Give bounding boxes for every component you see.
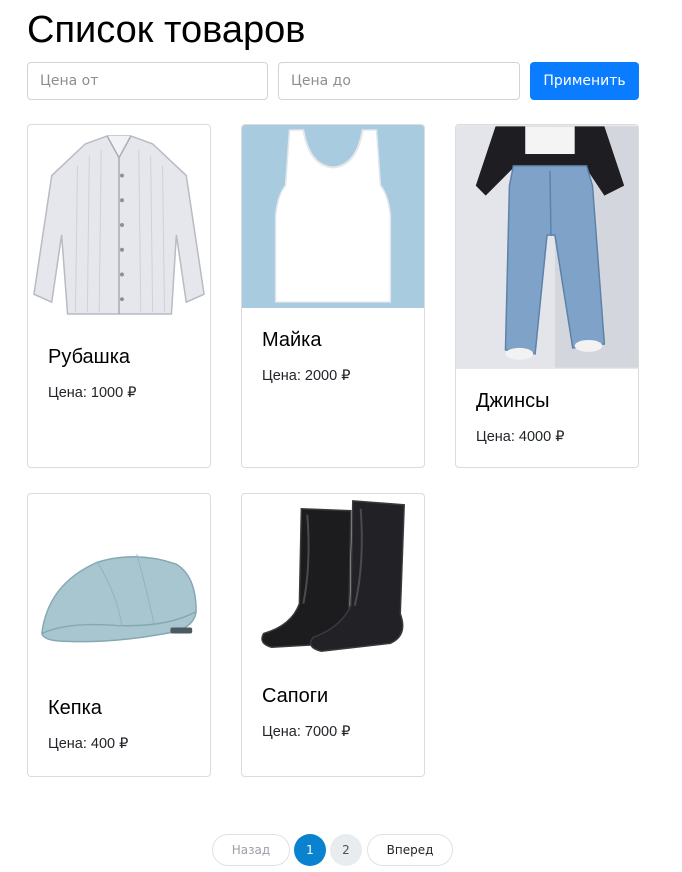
pagination-next-button[interactable]: Вперед xyxy=(367,834,453,866)
pagination-prev-button[interactable]: Назад xyxy=(212,834,290,866)
price-from-input[interactable] xyxy=(27,62,268,100)
product-price: Цена: 4000 ₽ xyxy=(476,429,565,445)
product-name: Майка xyxy=(262,329,322,351)
product-card-boots[interactable]: Сапоги Цена: 7000 ₽ xyxy=(241,493,425,777)
jeans-image xyxy=(456,125,638,369)
tank-top-image xyxy=(242,125,424,308)
shirt-image xyxy=(28,125,210,325)
product-name: Сапоги xyxy=(262,685,329,707)
pagination-page-2[interactable]: 2 xyxy=(330,834,362,866)
page-title: Список товаров xyxy=(27,9,306,51)
product-card-cap[interactable]: Кепка Цена: 400 ₽ xyxy=(27,493,211,777)
product-card-tank-top[interactable]: Майка Цена: 2000 ₽ xyxy=(241,124,425,468)
boots-image xyxy=(242,494,424,666)
product-price: Цена: 7000 ₽ xyxy=(262,724,351,740)
product-name: Кепка xyxy=(48,697,102,719)
product-price: Цена: 2000 ₽ xyxy=(262,368,351,384)
product-card-jeans[interactable]: Джинсы Цена: 4000 ₽ xyxy=(455,124,639,468)
product-price: Цена: 1000 ₽ xyxy=(48,385,137,401)
price-to-input[interactable] xyxy=(278,62,520,100)
apply-button[interactable]: Применить xyxy=(530,62,639,100)
product-name: Рубашка xyxy=(48,346,131,368)
product-card-shirt[interactable]: Рубашка Цена: 1000 ₽ xyxy=(27,124,211,468)
cap-image xyxy=(28,494,210,677)
pagination-page-1[interactable]: 1 xyxy=(294,834,326,866)
product-price: Цена: 400 ₽ xyxy=(48,736,129,752)
product-name: Джинсы xyxy=(476,390,550,412)
